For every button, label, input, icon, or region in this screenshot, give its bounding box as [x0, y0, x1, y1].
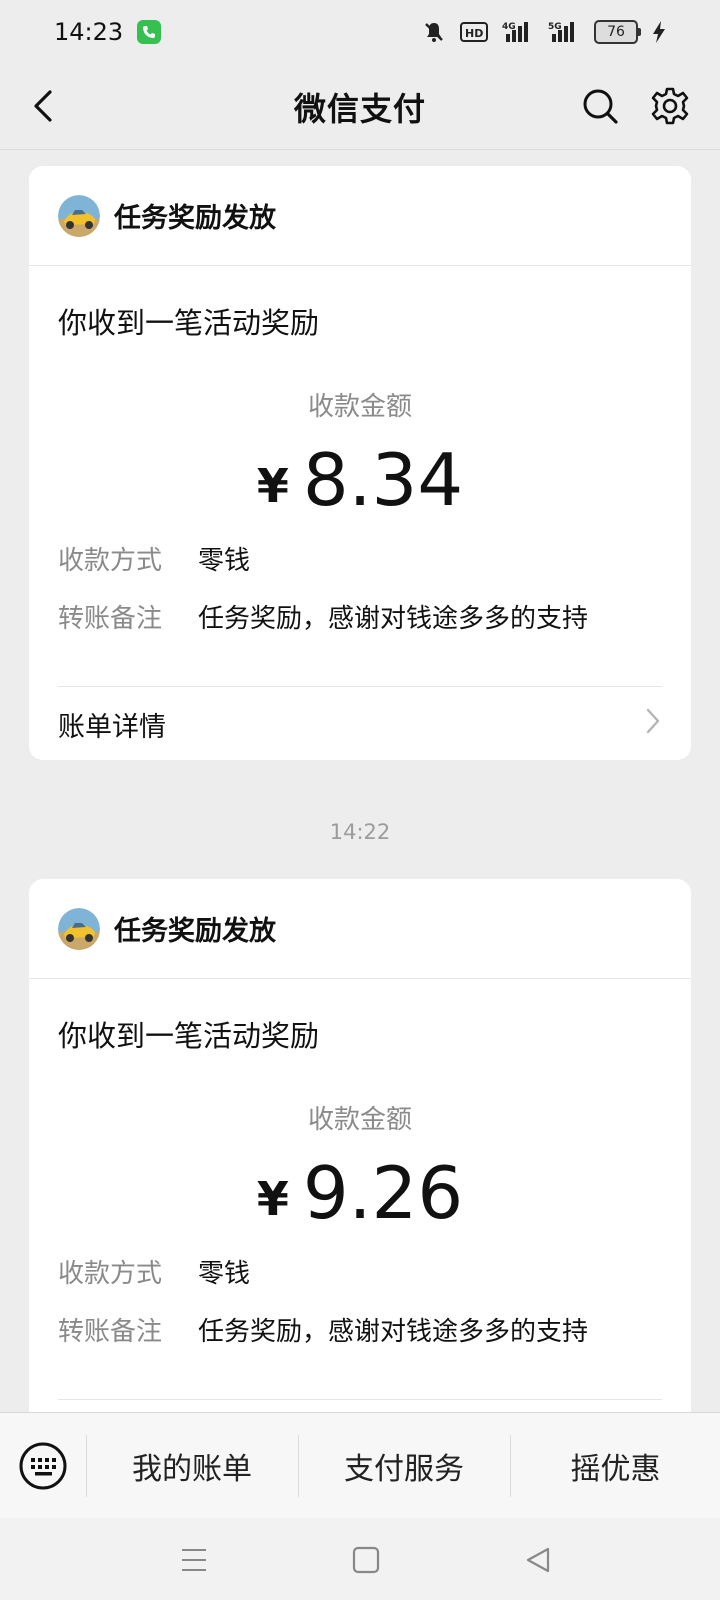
status-time: 14:23: [54, 18, 124, 46]
transfer-note-row: 转账备注 任务奖励，感谢对钱途多多的支持: [58, 1311, 588, 1348]
status-bar: 14:23 HD 4G 5G 76: [0, 0, 720, 64]
hd-icon: HD: [460, 21, 488, 43]
search-icon[interactable]: [576, 82, 624, 130]
charging-icon: [652, 20, 666, 44]
home-square-icon[interactable]: [346, 1540, 386, 1580]
bill-details-link[interactable]: 账单详情: [58, 687, 662, 761]
mute-bell-icon: [422, 20, 446, 44]
sender-name: 任务奖励发放: [114, 203, 276, 234]
back-arrow-icon[interactable]: [22, 84, 66, 128]
menu-shake-offers[interactable]: 摇优惠: [511, 1413, 720, 1519]
payment-method-row: 收款方式 零钱: [58, 1253, 250, 1290]
signal-4g-icon: 4G: [502, 20, 534, 44]
bill-details-label: 账单详情: [58, 711, 166, 743]
signal-5g-icon: 5G: [548, 20, 580, 44]
battery-level: 76: [607, 24, 625, 40]
gear-icon[interactable]: [646, 82, 694, 130]
battery-icon: 76: [594, 20, 641, 44]
menu-payment-services[interactable]: 支付服务: [299, 1413, 509, 1519]
avatar: [58, 907, 100, 950]
menu-my-bills[interactable]: 我的账单: [87, 1413, 297, 1519]
keyboard-icon[interactable]: [18, 1441, 68, 1491]
amount-value: ¥8.34: [29, 444, 691, 516]
title-bar: 微信支付: [0, 64, 720, 150]
payment-method-key: 收款方式: [58, 546, 163, 576]
system-nav-bar: [0, 1518, 720, 1600]
hd-label: HD: [465, 27, 483, 40]
chevron-right-icon: [644, 707, 662, 742]
menu-lines-icon[interactable]: [174, 1540, 214, 1580]
card-header: 任务奖励发放: [29, 166, 691, 266]
payment-method-row: 收款方式 零钱: [58, 540, 250, 577]
card-header: 任务奖励发放: [29, 879, 691, 979]
back-triangle-icon[interactable]: [518, 1540, 558, 1580]
avatar: [58, 194, 100, 237]
bottom-menu: 我的账单 支付服务 摇优惠: [0, 1412, 720, 1518]
sender-name: 任务奖励发放: [114, 916, 276, 947]
transfer-note-key: 转账备注: [58, 1317, 163, 1347]
amount-label: 收款金额: [307, 392, 412, 422]
amount-number: 8.34: [302, 438, 464, 522]
phone-call-icon: [137, 20, 162, 44]
payment-method-value: 零钱: [198, 1259, 251, 1289]
payment-card[interactable]: 任务奖励发放 你收到一笔活动奖励 收款金额 ¥8.34 收款方式 零钱 转账备注…: [29, 166, 691, 760]
currency-symbol: ¥: [256, 459, 289, 513]
divider: [58, 1399, 662, 1400]
message-timestamp: 14:22: [329, 820, 391, 844]
transfer-note-row: 转账备注 任务奖励，感谢对钱途多多的支持: [58, 598, 588, 635]
amount-value: ¥9.26: [29, 1157, 691, 1229]
payment-method-value: 零钱: [198, 546, 251, 576]
currency-symbol: ¥: [256, 1172, 289, 1226]
transfer-note-value: 任务奖励，感谢对钱途多多的支持: [198, 1317, 589, 1347]
amount-label: 收款金额: [307, 1105, 412, 1135]
payment-card[interactable]: 任务奖励发放 你收到一笔活动奖励 收款金额 ¥9.26 收款方式 零钱 转账备注…: [29, 879, 691, 1439]
payment-method-key: 收款方式: [58, 1259, 163, 1289]
transfer-note-key: 转账备注: [58, 604, 163, 634]
card-headline: 你收到一笔活动奖励: [58, 1019, 320, 1053]
card-headline: 你收到一笔活动奖励: [58, 306, 320, 340]
amount-number: 9.26: [302, 1151, 464, 1235]
transfer-note-value: 任务奖励，感谢对钱途多多的支持: [198, 604, 589, 634]
page-title: 微信支付: [293, 89, 426, 128]
